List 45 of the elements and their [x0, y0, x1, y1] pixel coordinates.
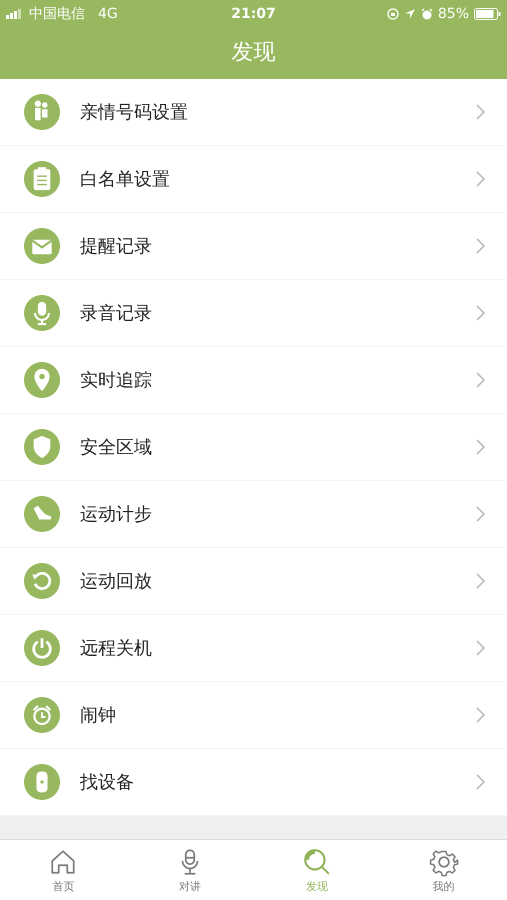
chevron-right-icon	[475, 439, 485, 455]
battery-percent: 85%	[438, 6, 470, 22]
envelope-icon	[24, 228, 60, 264]
menu-item-label: 提醒记录	[80, 235, 153, 258]
menu-item-label: 运动回放	[80, 570, 153, 593]
clock-time: 21:07	[231, 6, 276, 22]
location-arrow-icon	[404, 8, 416, 20]
chevron-right-icon	[475, 171, 485, 187]
tab-button[interactable]: 我的	[380, 840, 507, 900]
menu-item-label: 运动计步	[80, 503, 153, 526]
microphone-icon	[24, 295, 60, 331]
chevron-right-icon	[475, 104, 485, 120]
menu-item-label: 录音记录	[80, 302, 153, 325]
menu-item-label: 远程关机	[80, 637, 153, 660]
clipboard-icon	[24, 161, 60, 197]
tab-button[interactable]: 首页	[0, 840, 127, 900]
menu-item-label: 白名单设置	[80, 168, 171, 191]
page-title: 发现	[232, 38, 276, 66]
menu-item-label: 闹钟	[80, 704, 117, 727]
chevron-right-icon	[475, 372, 485, 388]
search-icon	[302, 846, 332, 876]
menu-item-label: 安全区域	[80, 436, 153, 459]
tab-button[interactable]: 对讲	[126, 840, 254, 900]
device-icon	[24, 764, 60, 800]
chevron-right-icon	[475, 506, 485, 522]
replay-icon	[24, 563, 60, 599]
power-icon	[24, 630, 60, 666]
alarm-icon	[420, 8, 433, 20]
battery-icon	[474, 8, 502, 20]
chevron-right-icon	[475, 573, 485, 589]
rotation-lock-icon	[386, 8, 399, 20]
signal-icon	[6, 9, 24, 19]
network-type: 4G	[98, 6, 118, 22]
menu-item-label: 实时追踪	[80, 369, 153, 392]
chevron-right-icon	[475, 640, 485, 656]
carrier-name: 中国电信	[29, 5, 85, 23]
chevron-right-icon	[475, 305, 485, 321]
chevron-right-icon	[475, 238, 485, 254]
shield-icon	[24, 429, 60, 465]
chevron-right-icon	[475, 774, 485, 790]
menu-item-label: 找设备	[80, 771, 135, 794]
location-pin-icon	[24, 362, 60, 398]
menu-item-label: 亲情号码设置	[80, 101, 189, 124]
chevron-right-icon	[475, 707, 485, 723]
alarm-clock-icon	[24, 697, 60, 733]
